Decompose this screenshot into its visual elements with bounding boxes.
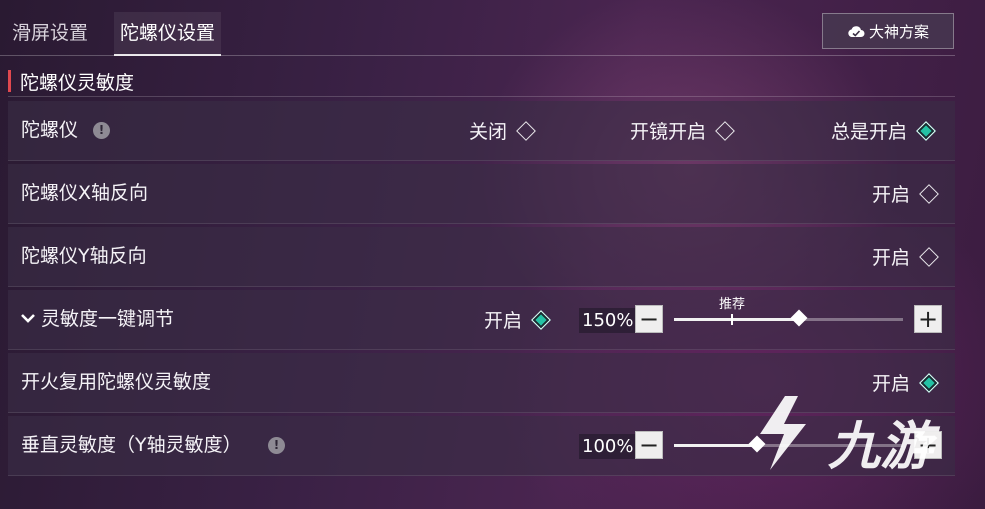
diamond-radio-selected-icon (531, 309, 551, 330)
one-key-slider[interactable]: 推荐 (674, 297, 903, 327)
info-icon[interactable]: ! (93, 122, 110, 139)
x-invert-label: 陀螺仪X轴反向 (21, 182, 149, 204)
diamond-radio-icon (919, 246, 939, 267)
setting-row-x-invert: 陀螺仪X轴反向 开启 (8, 164, 955, 224)
one-key-label: 灵敏度一键调节 (41, 308, 175, 330)
gyro-label: 陀螺仪 (21, 119, 79, 141)
watermark-text: 九游 (828, 417, 933, 477)
one-key-value: 150% (579, 308, 637, 333)
diamond-radio-icon (516, 120, 536, 141)
one-key-minus-button[interactable]: − (635, 305, 663, 333)
gyro-option-off[interactable]: 关闭 (469, 101, 537, 160)
section-header: 陀螺仪灵敏度 (8, 68, 134, 94)
diamond-radio-icon (715, 120, 735, 141)
info-icon[interactable]: ! (268, 437, 285, 454)
fire-reuse-label: 开火复用陀螺仪灵敏度 (21, 371, 212, 393)
gyro-option-always[interactable]: 总是开启 (831, 101, 937, 160)
diamond-radio-selected-icon (916, 120, 936, 141)
setting-row-one-key: 灵敏度一键调节 开启 150% − 推荐 + (8, 290, 955, 350)
setting-row-gyro: 陀螺仪 ! 关闭 开镜开启 总是开启 (8, 101, 955, 161)
y-invert-option-label: 开启 (872, 247, 911, 269)
y-invert-toggle[interactable]: 开启 (872, 227, 940, 286)
chevron-down-icon[interactable] (20, 312, 36, 324)
slider-thumb[interactable] (790, 309, 808, 327)
slider-fill (674, 318, 799, 321)
x-invert-option-label: 开启 (872, 184, 911, 206)
recommended-label: 推荐 (718, 297, 746, 312)
tab-swipe-settings[interactable]: 滑屏设置 (6, 12, 94, 54)
vertical-label: 垂直灵敏度（Y轴灵敏度） (21, 434, 242, 456)
section-divider (8, 96, 955, 97)
vertical-minus-button[interactable]: − (635, 431, 663, 459)
gyro-option-scope-label: 开镜开启 (630, 121, 707, 143)
cloud-icon (848, 26, 865, 37)
setting-row-y-invert: 陀螺仪Y轴反向 开启 (8, 227, 955, 287)
one-key-option-label: 开启 (484, 310, 523, 332)
section-title: 陀螺仪灵敏度 (20, 71, 135, 94)
vertical-value: 100% (579, 434, 637, 459)
gyro-option-off-label: 关闭 (469, 121, 508, 143)
diamond-radio-icon (919, 183, 939, 204)
recommended-mark (731, 314, 733, 325)
section-accent-bar (8, 70, 11, 92)
tab-gyro-settings[interactable]: 陀螺仪设置 (114, 12, 222, 56)
expert-preset-label: 大神方案 (868, 22, 929, 41)
one-key-toggle[interactable]: 开启 (484, 290, 552, 349)
one-key-plus-button[interactable]: + (914, 305, 942, 333)
x-invert-toggle[interactable]: 开启 (872, 164, 940, 223)
gyro-option-always-label: 总是开启 (831, 121, 908, 143)
expert-preset-button[interactable]: 大神方案 (822, 13, 954, 49)
gyro-option-scope[interactable]: 开镜开启 (630, 101, 736, 160)
y-invert-label: 陀螺仪Y轴反向 (21, 245, 147, 267)
tab-divider (0, 55, 955, 56)
